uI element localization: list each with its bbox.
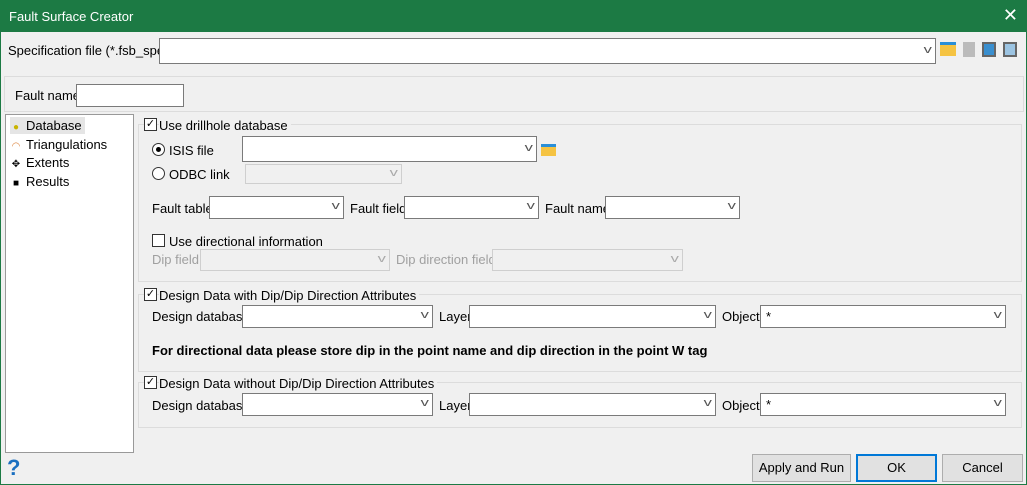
design-with-checkbox[interactable]: ✓ xyxy=(144,288,157,301)
isis-file-combo[interactable]: v xyxy=(242,136,537,162)
tree-label: Triangulations xyxy=(26,137,108,152)
dip-field-combo[interactable]: v xyxy=(200,249,390,271)
tree-item-results[interactable]: ■ Results xyxy=(10,173,69,190)
layer-label: Layer xyxy=(439,309,472,324)
use-drillhole-label: Use drillhole database xyxy=(159,118,291,133)
use-drillhole-checkbox[interactable]: ✓ xyxy=(144,118,157,131)
tree-label: Extents xyxy=(26,155,70,170)
object-combo[interactable]: * v xyxy=(760,305,1006,328)
window-title: Fault Surface Creator xyxy=(9,9,134,24)
object-value: * xyxy=(766,309,772,324)
title-bar: Fault Surface Creator ✕ xyxy=(1,1,1027,32)
fault-name-input[interactable] xyxy=(76,84,184,107)
isis-label: ISIS file xyxy=(169,143,214,158)
cancel-button[interactable]: Cancel xyxy=(942,454,1023,482)
tree-item-triangulations[interactable]: ◠ Triangulations xyxy=(10,136,108,153)
directional-checkbox[interactable] xyxy=(152,234,165,247)
open-folder-icon[interactable] xyxy=(940,42,956,56)
triangulation-icon: ◠ xyxy=(11,141,21,152)
tree-label: Results xyxy=(26,174,70,189)
design-without-checkbox[interactable]: ✓ xyxy=(144,376,157,389)
odbc-label: ODBC link xyxy=(169,167,230,182)
design-with-label: Design Data with Dip/Dip Direction Attri… xyxy=(159,288,420,303)
directional-label: Use directional information xyxy=(169,234,323,249)
design-db-combo[interactable]: v xyxy=(242,305,433,328)
move-arrows-icon: ✥ xyxy=(11,159,21,170)
browse-folder-icon[interactable] xyxy=(541,144,556,156)
help-icon[interactable]: ? xyxy=(7,455,20,481)
design-db-label-2: Design database xyxy=(152,398,250,413)
save-disk-icon: ■ xyxy=(12,178,20,189)
odbc-combo[interactable]: v xyxy=(245,164,402,184)
fault-name-field-label: Fault name xyxy=(545,201,611,216)
close-icon[interactable]: ✕ xyxy=(1003,5,1018,26)
tree-item-extents[interactable]: ✥ Extents xyxy=(10,154,70,171)
fault-name-combo[interactable]: v xyxy=(605,196,740,219)
fault-name-label: Fault name xyxy=(15,88,81,103)
save-icon[interactable] xyxy=(982,42,996,57)
save-as-icon[interactable] xyxy=(1003,42,1017,57)
design-without-label: Design Data without Dip/Dip Direction At… xyxy=(159,376,438,391)
design-db-label: Design database xyxy=(152,309,250,324)
fault-field-label: Fault field xyxy=(350,201,407,216)
fault-field-combo[interactable]: v xyxy=(404,196,539,219)
layer-combo[interactable]: v xyxy=(469,305,716,328)
nav-tree: ● Database ◠ Triangulations ✥ Extents ■ Resu… xyxy=(5,114,134,453)
directional-note: For directional data please store dip in… xyxy=(152,343,708,358)
layer-combo-2[interactable]: v xyxy=(469,393,716,416)
object-label: Object xyxy=(722,309,760,324)
spec-label: Specification file (*.fsb_spec) xyxy=(8,43,175,58)
tree-item-database[interactable]: ● Database xyxy=(10,117,85,134)
dip-direction-label: Dip direction field xyxy=(396,252,496,267)
isis-radio[interactable] xyxy=(152,143,165,156)
dip-direction-combo[interactable]: v xyxy=(492,249,683,271)
layer-label-2: Layer xyxy=(439,398,472,413)
tree-label: Database xyxy=(26,118,82,133)
dip-field-label: Dip field xyxy=(152,252,199,267)
object-value-2: * xyxy=(766,397,772,412)
odbc-radio[interactable] xyxy=(152,167,165,180)
apply-and-run-button[interactable]: Apply and Run xyxy=(752,454,851,482)
new-file-icon[interactable] xyxy=(963,42,975,57)
spec-file-combo[interactable]: v xyxy=(159,38,936,64)
ok-button[interactable]: OK xyxy=(856,454,937,482)
object-label-2: Object xyxy=(722,398,760,413)
fault-table-label: Fault table xyxy=(152,201,213,216)
design-db-combo-2[interactable]: v xyxy=(242,393,433,416)
object-combo-2[interactable]: * v xyxy=(760,393,1006,416)
fault-table-combo[interactable]: v xyxy=(209,196,344,219)
database-icon: ● xyxy=(12,122,20,133)
